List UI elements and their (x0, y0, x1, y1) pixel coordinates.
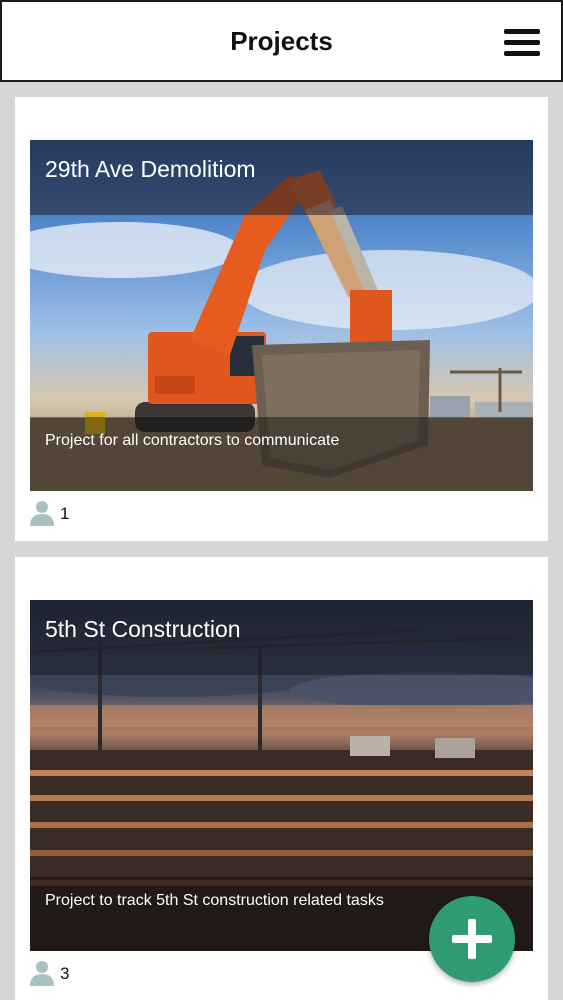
project-image[interactable]: 29th Ave Demolitiom Project for all cont… (30, 140, 533, 491)
add-project-button[interactable] (429, 896, 515, 982)
project-title: 5th St Construction (45, 616, 241, 642)
member-count: 3 (60, 964, 70, 983)
project-card[interactable]: 29th Ave Demolitiom Project for all cont… (15, 97, 548, 541)
project-description: Project for all contractors to communica… (45, 432, 340, 449)
hamburger-menu-icon[interactable] (502, 24, 542, 60)
project-description: Project to track 5th St construction rel… (45, 892, 384, 909)
member-count: 1 (60, 504, 70, 523)
app-header: Projects (0, 0, 563, 82)
page-title: Projects (230, 26, 333, 56)
user-icon (30, 961, 54, 986)
user-icon (30, 501, 54, 526)
description-overlay (30, 417, 533, 491)
project-title: 29th Ave Demolitiom (45, 156, 256, 182)
